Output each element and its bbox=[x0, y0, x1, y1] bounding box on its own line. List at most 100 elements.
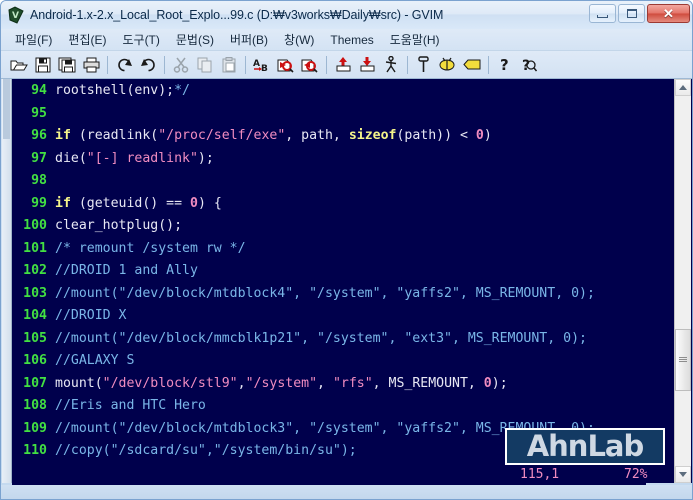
cursor-position: 115,1 bbox=[520, 467, 560, 482]
code-token: clear_hotplug(); bbox=[55, 218, 183, 233]
code-token: "[-] readlink" bbox=[86, 150, 198, 166]
line-number: 110 bbox=[23, 443, 47, 458]
open-file-icon[interactable] bbox=[7, 53, 31, 77]
menu-buffer[interactable]: 버퍼(B) bbox=[222, 29, 276, 50]
code-line[interactable]: 101 /* remount /system rw */ bbox=[13, 238, 647, 261]
code-token: //mount("/dev/block/mtdblock4", "/system… bbox=[55, 285, 595, 301]
code-token: sizeof bbox=[348, 128, 397, 143]
code-token: "/dev/block/stl9" bbox=[102, 375, 238, 391]
shell-icon[interactable] bbox=[436, 53, 460, 77]
cut-icon[interactable] bbox=[169, 53, 193, 77]
code-line[interactable]: 102 //DROID 1 and Ally bbox=[13, 260, 647, 283]
maximize-button[interactable] bbox=[618, 4, 645, 23]
undo-icon[interactable] bbox=[112, 53, 136, 77]
line-number: 108 bbox=[23, 398, 47, 413]
line-number: 94 bbox=[31, 83, 47, 98]
maximize-icon bbox=[626, 9, 637, 18]
line-number: 103 bbox=[23, 285, 47, 301]
menu-help[interactable]: 도움말(H) bbox=[382, 29, 448, 50]
code-token: //DROID 1 and Ally bbox=[55, 263, 198, 278]
code-token: //GALAXY S bbox=[55, 353, 135, 368]
menu-window[interactable]: 창(W) bbox=[276, 29, 322, 50]
code-token: if bbox=[55, 128, 71, 143]
code-line[interactable]: 104 //DROID X bbox=[13, 305, 647, 328]
title-bar[interactable]: V Android-1.x-2.x_Local_Root_Explo...99.… bbox=[1, 1, 692, 30]
copy-icon[interactable] bbox=[193, 53, 217, 77]
code-token: //DROID X bbox=[55, 308, 127, 323]
code-token: (geteuid() == bbox=[70, 195, 190, 211]
code-line[interactable]: 96 if (readlink("/proc/self/exe", path, s… bbox=[13, 125, 647, 148]
svg-text:?: ? bbox=[500, 56, 509, 73]
vertical-scrollbar[interactable] bbox=[674, 79, 691, 483]
svg-text:V: V bbox=[12, 11, 19, 21]
code-line[interactable]: 108 //Eris and HTC Hero bbox=[13, 395, 647, 418]
code-text[interactable]: 94 rootshell(env);*/ 95 96 if (readlink("/pr… bbox=[13, 79, 647, 483]
make-icon[interactable] bbox=[412, 53, 436, 77]
code-token: ) bbox=[483, 128, 492, 143]
code-token: (path)) < bbox=[396, 128, 476, 143]
save-all-icon[interactable] bbox=[55, 53, 79, 77]
save-icon[interactable] bbox=[31, 53, 55, 77]
code-line[interactable]: 97 die("[-] readlink"); bbox=[13, 148, 647, 171]
line-number: 95 bbox=[31, 105, 47, 121]
paste-icon[interactable] bbox=[217, 53, 241, 77]
code-line[interactable]: 95 bbox=[13, 103, 647, 126]
separator-6 bbox=[488, 55, 489, 74]
code-token: (readlink( bbox=[70, 128, 159, 143]
editor-area[interactable]: 94 rootshell(env);*/ 95 96 if (readlink("/pr… bbox=[2, 79, 692, 483]
minimize-icon bbox=[597, 14, 608, 18]
gvim-app-icon: V bbox=[7, 6, 25, 24]
help-icon[interactable]: ? bbox=[493, 53, 517, 77]
line-number: 104 bbox=[23, 308, 47, 323]
scroll-down-triangle bbox=[679, 472, 687, 477]
left-scrollbar[interactable] bbox=[2, 79, 12, 483]
code-line[interactable]: 98 bbox=[13, 170, 647, 193]
code-line[interactable]: 100 clear_hotplug(); bbox=[13, 215, 647, 238]
gvim-window: V Android-1.x-2.x_Local_Root_Explo...99.… bbox=[0, 0, 693, 500]
save-session-icon[interactable] bbox=[355, 53, 379, 77]
code-token: 0 bbox=[189, 195, 198, 211]
code-token: 0 bbox=[483, 375, 492, 391]
code-token: , bbox=[317, 375, 333, 391]
help-search-icon[interactable]: ? bbox=[517, 53, 541, 77]
redo-icon[interactable] bbox=[136, 53, 160, 77]
load-session-icon[interactable] bbox=[331, 53, 355, 77]
print-icon[interactable] bbox=[79, 53, 103, 77]
tag-icon[interactable] bbox=[460, 53, 484, 77]
line-number: 105 bbox=[23, 330, 47, 346]
code-token: if bbox=[55, 195, 71, 211]
code-line[interactable]: 103 //mount("/dev/block/mtdblock4", "/sys… bbox=[13, 283, 647, 306]
separator-5 bbox=[407, 55, 408, 74]
code-line[interactable]: 105 //mount("/dev/block/mmcblk1p21", "/sy… bbox=[13, 328, 647, 351]
line-number: 101 bbox=[23, 240, 47, 256]
code-line[interactable]: 94 rootshell(env);*/ bbox=[13, 80, 647, 103]
code-line[interactable]: 107 mount("/dev/block/stl9","/system", "r… bbox=[13, 373, 647, 396]
scroll-down-icon[interactable] bbox=[675, 466, 691, 483]
menu-edit[interactable]: 편집(E) bbox=[60, 29, 114, 50]
run-script-icon[interactable] bbox=[379, 53, 403, 77]
code-token: , bbox=[237, 375, 246, 391]
scroll-thumb[interactable] bbox=[675, 329, 691, 391]
line-number: 97 bbox=[31, 150, 47, 166]
code-token: ); bbox=[491, 375, 508, 391]
line-number: 107 bbox=[23, 375, 47, 391]
left-scrollbar-thumb[interactable] bbox=[3, 79, 10, 139]
window-bottom-edge bbox=[1, 485, 692, 499]
menu-tools[interactable]: 도구(T) bbox=[114, 29, 167, 50]
menu-bar: 파일(F) 편집(E) 도구(T) 문법(S) 버퍼(B) 창(W) Theme… bbox=[1, 29, 692, 51]
code-line[interactable]: 106 //GALAXY S bbox=[13, 350, 647, 373]
close-button[interactable]: ✕ bbox=[647, 4, 690, 23]
code-token: , path, bbox=[285, 128, 349, 143]
find-prev-icon[interactable] bbox=[298, 53, 322, 77]
minimize-button[interactable] bbox=[589, 4, 616, 23]
menu-syntax[interactable]: 문법(S) bbox=[168, 29, 222, 50]
code-line[interactable]: 99 if (geteuid() == 0) { bbox=[13, 193, 647, 216]
find-replace-icon[interactable]: A B bbox=[250, 53, 274, 77]
find-next-icon[interactable] bbox=[274, 53, 298, 77]
menu-file[interactable]: 파일(F) bbox=[7, 29, 60, 50]
code-token: /* remount /system rw */ bbox=[55, 240, 246, 256]
line-number: 98 bbox=[31, 173, 47, 188]
menu-themes[interactable]: Themes bbox=[322, 31, 381, 49]
scroll-up-icon[interactable] bbox=[675, 79, 691, 96]
line-number: 106 bbox=[23, 353, 47, 368]
